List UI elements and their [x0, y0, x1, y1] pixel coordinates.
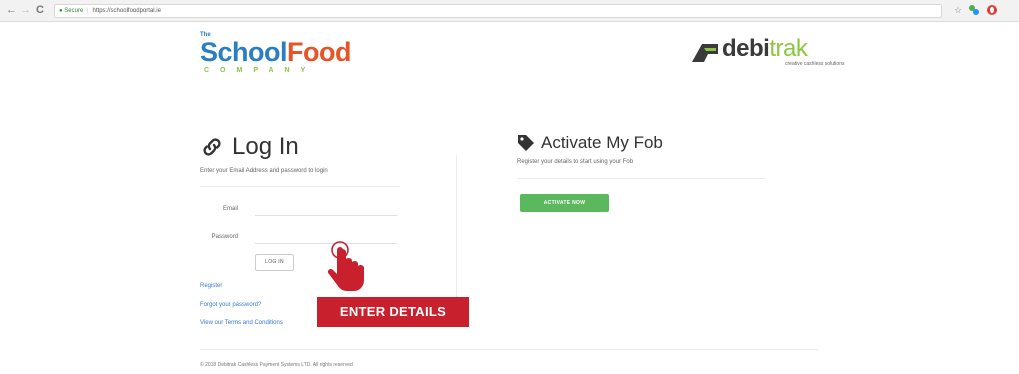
url-text: https://schoolfoodportal.ie — [92, 8, 161, 14]
footer-divider — [200, 349, 818, 350]
logo-main-text: SchoolFood — [200, 37, 351, 67]
debitrak-tagline: creative cashless solutions — [785, 61, 845, 67]
password-label: Password — [211, 234, 238, 240]
login-divider — [200, 186, 400, 187]
reload-icon[interactable]: C — [36, 4, 44, 16]
logo-company-text: COMPANY — [204, 67, 317, 74]
activate-subtitle: Register your details to start using you… — [517, 159, 634, 165]
extension-icon[interactable] — [968, 4, 980, 19]
register-link[interactable]: Register — [200, 283, 222, 289]
opera-extension-icon[interactable] — [986, 4, 998, 19]
email-label: Email — [222, 206, 238, 212]
email-field[interactable] — [255, 204, 397, 216]
footer-copyright: © 2018 Debitrak Cashless Payment Systems… — [200, 362, 353, 368]
debitrak-trak-text: trak — [769, 35, 808, 62]
hand-pointer-icon — [327, 241, 364, 291]
secure-label: Secure — [64, 8, 84, 14]
logo-food-text: Food — [287, 37, 351, 67]
activate-divider — [517, 178, 765, 179]
lock-icon: ● — [59, 8, 63, 14]
debitrak-logo: debitrak creative cashless solutions — [690, 35, 844, 67]
activate-title: Activate My Fob — [541, 133, 663, 152]
link-icon — [203, 138, 221, 156]
login-subtitle: Enter your Email Address and password to… — [200, 168, 328, 174]
back-arrow-icon[interactable]: ← — [6, 4, 17, 16]
bookmark-star-icon[interactable]: ☆ — [954, 4, 962, 16]
browser-toolbar: ← → C ● Secure | https://schoolfoodportal… — [0, 0, 1019, 22]
login-button[interactable]: LOG IN — [255, 254, 294, 271]
enter-details-banner: ENTER DETAILS — [317, 297, 469, 327]
url-separator: | — [86, 8, 88, 14]
school-food-company-logo: The SchoolFood COMPANY — [200, 32, 365, 80]
column-divider — [456, 155, 457, 305]
debitrak-wordmark: debitrak — [722, 35, 808, 62]
debitrak-debi-text: debi — [722, 35, 770, 62]
forward-arrow-icon[interactable]: → — [20, 4, 31, 16]
forgot-password-link[interactable]: Forgot your password? — [200, 302, 261, 308]
address-bar[interactable]: ● Secure | https://schoolfoodportal.ie — [54, 4, 942, 18]
terms-link[interactable]: View our Terms and Conditions — [200, 320, 283, 326]
activate-heading: Activate My Fob — [517, 130, 663, 156]
activate-now-button[interactable]: ACTIVATE NOW — [520, 194, 609, 212]
logo-school-text: School — [200, 37, 288, 67]
debitrak-mark-icon — [692, 44, 718, 62]
login-heading: Log In — [200, 132, 299, 162]
login-title: Log In — [232, 133, 299, 160]
tag-icon — [518, 135, 534, 151]
